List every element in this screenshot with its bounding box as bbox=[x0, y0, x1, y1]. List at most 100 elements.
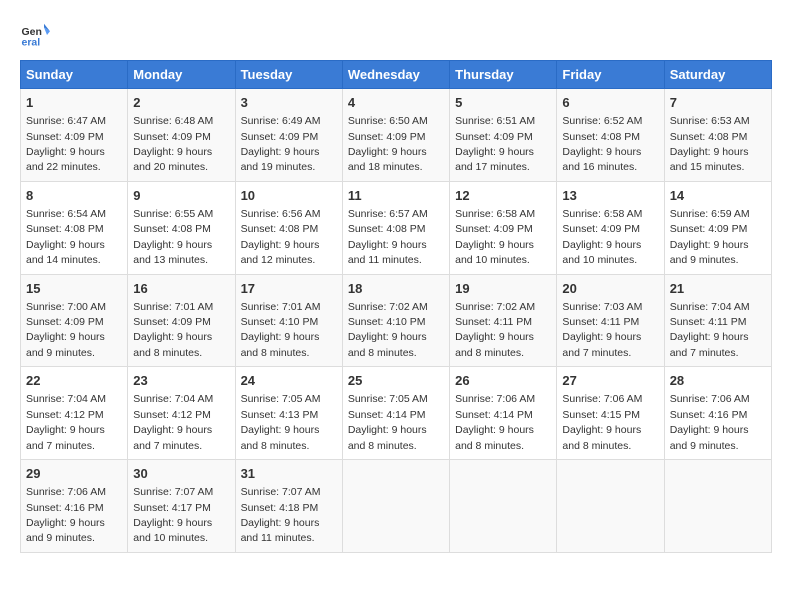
calendar-week-1: 1 Sunrise: 6:47 AMSunset: 4:09 PMDayligh… bbox=[21, 89, 772, 182]
calendar-day: 1 Sunrise: 6:47 AMSunset: 4:09 PMDayligh… bbox=[21, 89, 128, 182]
day-info: Sunrise: 6:59 AMSunset: 4:09 PMDaylight:… bbox=[670, 208, 750, 266]
day-number: 21 bbox=[670, 280, 766, 298]
day-number: 16 bbox=[133, 280, 229, 298]
day-header-wednesday: Wednesday bbox=[342, 61, 449, 89]
calendar-day: 25 Sunrise: 7:05 AMSunset: 4:14 PMDaylig… bbox=[342, 367, 449, 460]
day-number: 11 bbox=[348, 187, 444, 205]
calendar-day bbox=[664, 460, 771, 553]
calendar-week-5: 29 Sunrise: 7:06 AMSunset: 4:16 PMDaylig… bbox=[21, 460, 772, 553]
day-number: 10 bbox=[241, 187, 337, 205]
day-number: 7 bbox=[670, 94, 766, 112]
day-info: Sunrise: 7:04 AMSunset: 4:12 PMDaylight:… bbox=[133, 393, 213, 451]
calendar-week-4: 22 Sunrise: 7:04 AMSunset: 4:12 PMDaylig… bbox=[21, 367, 772, 460]
day-info: Sunrise: 7:07 AMSunset: 4:17 PMDaylight:… bbox=[133, 486, 213, 544]
day-number: 13 bbox=[562, 187, 658, 205]
day-info: Sunrise: 7:06 AMSunset: 4:16 PMDaylight:… bbox=[670, 393, 750, 451]
day-info: Sunrise: 6:55 AMSunset: 4:08 PMDaylight:… bbox=[133, 208, 213, 266]
calendar-day: 17 Sunrise: 7:01 AMSunset: 4:10 PMDaylig… bbox=[235, 274, 342, 367]
calendar-body: 1 Sunrise: 6:47 AMSunset: 4:09 PMDayligh… bbox=[21, 89, 772, 553]
calendar-table: SundayMondayTuesdayWednesdayThursdayFrid… bbox=[20, 60, 772, 553]
day-number: 8 bbox=[26, 187, 122, 205]
calendar-day bbox=[557, 460, 664, 553]
svg-text:eral: eral bbox=[22, 37, 41, 49]
header-row: SundayMondayTuesdayWednesdayThursdayFrid… bbox=[21, 61, 772, 89]
day-header-monday: Monday bbox=[128, 61, 235, 89]
calendar-day: 11 Sunrise: 6:57 AMSunset: 4:08 PMDaylig… bbox=[342, 181, 449, 274]
day-info: Sunrise: 6:54 AMSunset: 4:08 PMDaylight:… bbox=[26, 208, 106, 266]
day-info: Sunrise: 6:51 AMSunset: 4:09 PMDaylight:… bbox=[455, 115, 535, 173]
calendar-day: 7 Sunrise: 6:53 AMSunset: 4:08 PMDayligh… bbox=[664, 89, 771, 182]
calendar-day: 10 Sunrise: 6:56 AMSunset: 4:08 PMDaylig… bbox=[235, 181, 342, 274]
day-info: Sunrise: 7:06 AMSunset: 4:15 PMDaylight:… bbox=[562, 393, 642, 451]
calendar-day bbox=[450, 460, 557, 553]
day-info: Sunrise: 6:49 AMSunset: 4:09 PMDaylight:… bbox=[241, 115, 321, 173]
day-info: Sunrise: 6:58 AMSunset: 4:09 PMDaylight:… bbox=[455, 208, 535, 266]
day-info: Sunrise: 6:57 AMSunset: 4:08 PMDaylight:… bbox=[348, 208, 428, 266]
calendar-day: 14 Sunrise: 6:59 AMSunset: 4:09 PMDaylig… bbox=[664, 181, 771, 274]
day-number: 2 bbox=[133, 94, 229, 112]
day-number: 6 bbox=[562, 94, 658, 112]
day-number: 15 bbox=[26, 280, 122, 298]
day-number: 20 bbox=[562, 280, 658, 298]
logo-icon: Gen eral bbox=[20, 20, 50, 50]
day-header-sunday: Sunday bbox=[21, 61, 128, 89]
day-number: 17 bbox=[241, 280, 337, 298]
day-number: 30 bbox=[133, 465, 229, 483]
calendar-day: 4 Sunrise: 6:50 AMSunset: 4:09 PMDayligh… bbox=[342, 89, 449, 182]
day-number: 29 bbox=[26, 465, 122, 483]
calendar-day: 20 Sunrise: 7:03 AMSunset: 4:11 PMDaylig… bbox=[557, 274, 664, 367]
calendar-day: 23 Sunrise: 7:04 AMSunset: 4:12 PMDaylig… bbox=[128, 367, 235, 460]
day-info: Sunrise: 7:07 AMSunset: 4:18 PMDaylight:… bbox=[241, 486, 321, 544]
day-info: Sunrise: 7:02 AMSunset: 4:11 PMDaylight:… bbox=[455, 301, 535, 359]
day-number: 28 bbox=[670, 372, 766, 390]
calendar-day: 16 Sunrise: 7:01 AMSunset: 4:09 PMDaylig… bbox=[128, 274, 235, 367]
day-header-thursday: Thursday bbox=[450, 61, 557, 89]
day-info: Sunrise: 6:47 AMSunset: 4:09 PMDaylight:… bbox=[26, 115, 106, 173]
day-number: 27 bbox=[562, 372, 658, 390]
day-number: 31 bbox=[241, 465, 337, 483]
calendar-day: 6 Sunrise: 6:52 AMSunset: 4:08 PMDayligh… bbox=[557, 89, 664, 182]
calendar-day: 18 Sunrise: 7:02 AMSunset: 4:10 PMDaylig… bbox=[342, 274, 449, 367]
logo: Gen eral bbox=[20, 20, 54, 50]
day-number: 4 bbox=[348, 94, 444, 112]
calendar-day: 12 Sunrise: 6:58 AMSunset: 4:09 PMDaylig… bbox=[450, 181, 557, 274]
day-info: Sunrise: 6:48 AMSunset: 4:09 PMDaylight:… bbox=[133, 115, 213, 173]
day-number: 22 bbox=[26, 372, 122, 390]
page-header: Gen eral bbox=[20, 20, 772, 50]
day-number: 9 bbox=[133, 187, 229, 205]
day-info: Sunrise: 7:04 AMSunset: 4:11 PMDaylight:… bbox=[670, 301, 750, 359]
day-number: 5 bbox=[455, 94, 551, 112]
day-info: Sunrise: 7:03 AMSunset: 4:11 PMDaylight:… bbox=[562, 301, 642, 359]
calendar-day: 19 Sunrise: 7:02 AMSunset: 4:11 PMDaylig… bbox=[450, 274, 557, 367]
calendar-week-2: 8 Sunrise: 6:54 AMSunset: 4:08 PMDayligh… bbox=[21, 181, 772, 274]
day-number: 18 bbox=[348, 280, 444, 298]
day-info: Sunrise: 6:50 AMSunset: 4:09 PMDaylight:… bbox=[348, 115, 428, 173]
day-info: Sunrise: 7:05 AMSunset: 4:13 PMDaylight:… bbox=[241, 393, 321, 451]
day-info: Sunrise: 7:04 AMSunset: 4:12 PMDaylight:… bbox=[26, 393, 106, 451]
day-info: Sunrise: 7:01 AMSunset: 4:09 PMDaylight:… bbox=[133, 301, 213, 359]
day-number: 3 bbox=[241, 94, 337, 112]
day-info: Sunrise: 7:00 AMSunset: 4:09 PMDaylight:… bbox=[26, 301, 106, 359]
calendar-day: 28 Sunrise: 7:06 AMSunset: 4:16 PMDaylig… bbox=[664, 367, 771, 460]
day-info: Sunrise: 7:05 AMSunset: 4:14 PMDaylight:… bbox=[348, 393, 428, 451]
calendar-day: 3 Sunrise: 6:49 AMSunset: 4:09 PMDayligh… bbox=[235, 89, 342, 182]
day-number: 1 bbox=[26, 94, 122, 112]
calendar-day: 26 Sunrise: 7:06 AMSunset: 4:14 PMDaylig… bbox=[450, 367, 557, 460]
day-info: Sunrise: 6:58 AMSunset: 4:09 PMDaylight:… bbox=[562, 208, 642, 266]
day-number: 12 bbox=[455, 187, 551, 205]
day-info: Sunrise: 7:06 AMSunset: 4:16 PMDaylight:… bbox=[26, 486, 106, 544]
calendar-day: 5 Sunrise: 6:51 AMSunset: 4:09 PMDayligh… bbox=[450, 89, 557, 182]
day-header-saturday: Saturday bbox=[664, 61, 771, 89]
calendar-day: 29 Sunrise: 7:06 AMSunset: 4:16 PMDaylig… bbox=[21, 460, 128, 553]
calendar-day: 22 Sunrise: 7:04 AMSunset: 4:12 PMDaylig… bbox=[21, 367, 128, 460]
calendar-day: 30 Sunrise: 7:07 AMSunset: 4:17 PMDaylig… bbox=[128, 460, 235, 553]
day-number: 24 bbox=[241, 372, 337, 390]
calendar-day: 2 Sunrise: 6:48 AMSunset: 4:09 PMDayligh… bbox=[128, 89, 235, 182]
calendar-header: SundayMondayTuesdayWednesdayThursdayFrid… bbox=[21, 61, 772, 89]
day-info: Sunrise: 6:53 AMSunset: 4:08 PMDaylight:… bbox=[670, 115, 750, 173]
calendar-day: 21 Sunrise: 7:04 AMSunset: 4:11 PMDaylig… bbox=[664, 274, 771, 367]
day-info: Sunrise: 7:06 AMSunset: 4:14 PMDaylight:… bbox=[455, 393, 535, 451]
day-info: Sunrise: 6:56 AMSunset: 4:08 PMDaylight:… bbox=[241, 208, 321, 266]
day-header-tuesday: Tuesday bbox=[235, 61, 342, 89]
calendar-week-3: 15 Sunrise: 7:00 AMSunset: 4:09 PMDaylig… bbox=[21, 274, 772, 367]
